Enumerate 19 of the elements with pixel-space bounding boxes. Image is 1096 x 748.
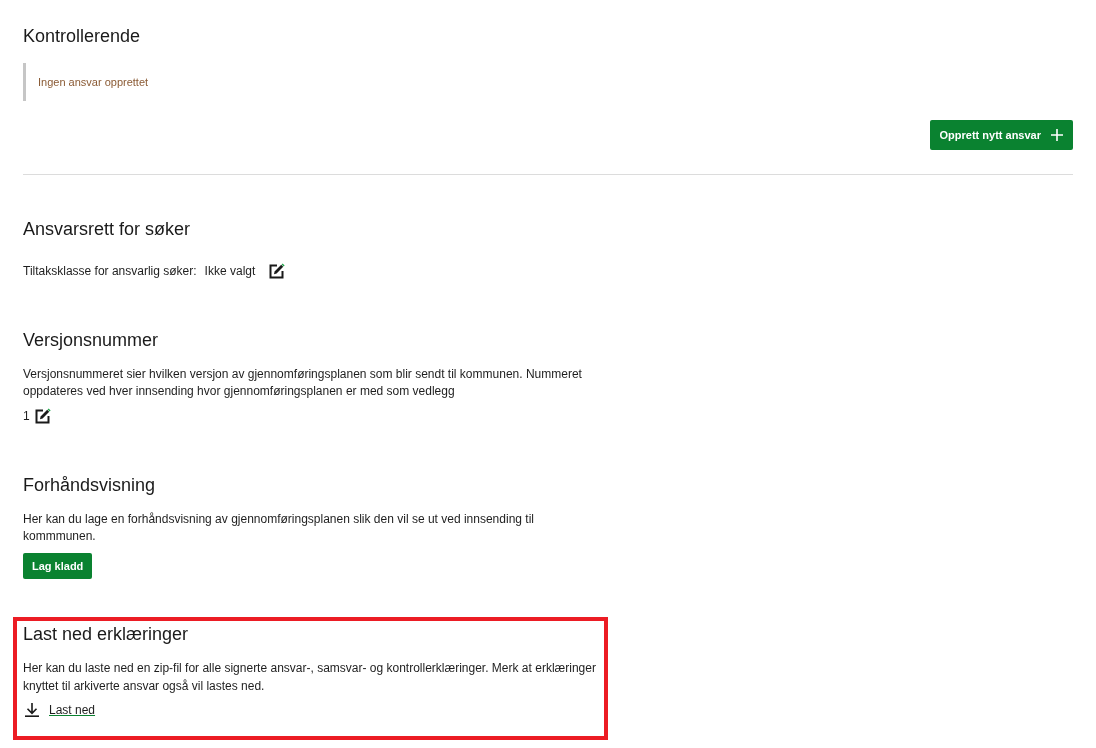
section-heading: Forhåndsvisning (23, 474, 156, 496)
edit-icon[interactable] (269, 263, 286, 279)
create-button[interactable]: Opprett nytt ansvar (929, 120, 1073, 150)
field-value: Ikke valgt (204, 263, 256, 280)
edit-icon[interactable] (34, 408, 51, 424)
download-icon (25, 703, 39, 717)
download-link[interactable]: Last ned (49, 701, 96, 719)
description-text: Her kan du lage en forhåndsvisning av gjennomføringsplanen slik den vil se ut ved innsending til kommmunen. (23, 511, 535, 545)
field-label: Tiltaksklasse for ansvarlig søker: (23, 263, 197, 280)
section-heading: Kontrollerende (23, 25, 141, 47)
section-heading: Versjonsnummer (23, 329, 159, 351)
version-number: 1 (23, 408, 30, 425)
notice-text: Ingen ansvar opprettet (38, 75, 149, 89)
draft-button[interactable]: Lag kladd (23, 553, 93, 579)
section-heading: Ansvarsrett for søker (23, 218, 191, 240)
description-text: Her kan du laste ned en zip-fil for alle signerte ansvar-, samsvar- og kontrollerklæringer. Merk at erklæringer knyttet til arkiverte ansvar også vil lastes ned. (23, 660, 597, 695)
section-heading: Last ned erklæringer (23, 623, 189, 645)
description-text: Versjonsnummeret sier hvilken versjon av gjennomføringsplanen som blir sendt til kommunen. Nummeret oppdateres ved hver innsending hvor gjennomføringsplanen er med som vedlegg (23, 366, 583, 400)
plus-icon (1051, 129, 1063, 141)
